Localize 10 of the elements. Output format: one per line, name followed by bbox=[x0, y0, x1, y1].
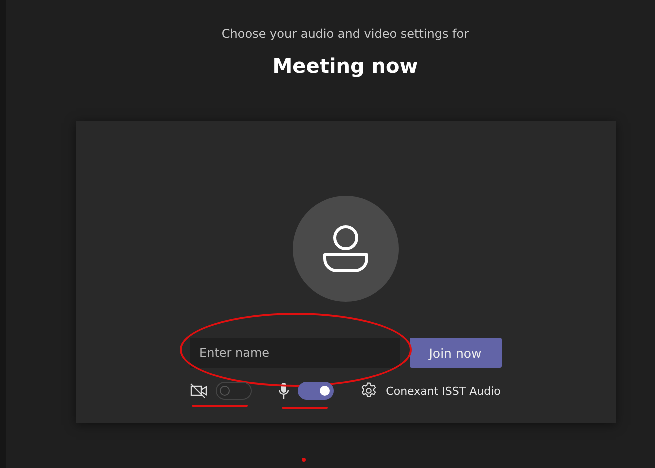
camera-toggle[interactable] bbox=[216, 382, 252, 400]
audio-device-label[interactable]: Conexant ISST Audio bbox=[386, 384, 501, 398]
microphone-icon bbox=[278, 382, 290, 400]
join-button[interactable]: Join now bbox=[410, 338, 502, 368]
name-field[interactable]: Enter name bbox=[190, 338, 400, 368]
camera-off-icon bbox=[190, 383, 208, 399]
subtitle: Choose your audio and video settings for bbox=[222, 26, 470, 42]
microphone-toggle[interactable] bbox=[298, 382, 334, 400]
settings-icon[interactable] bbox=[360, 382, 378, 400]
meeting-title: Meeting now bbox=[272, 53, 418, 79]
